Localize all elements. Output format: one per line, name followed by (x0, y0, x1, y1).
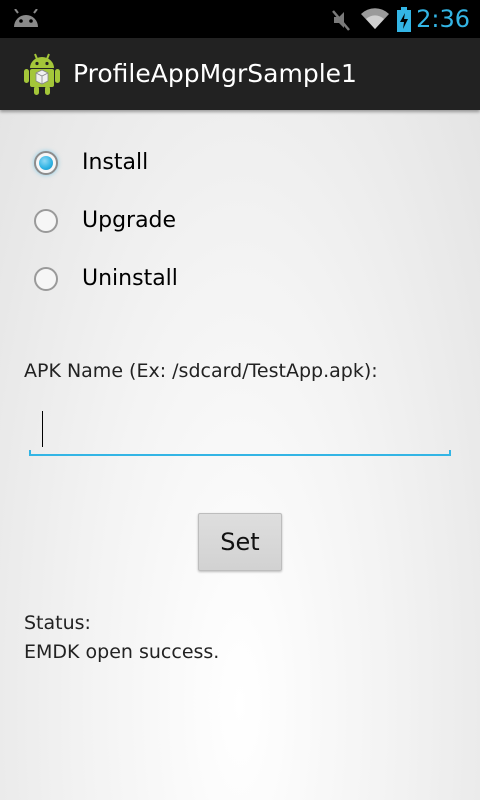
android-notification-icon (12, 8, 40, 33)
app-title: ProfileAppMgrSample1 (73, 59, 357, 88)
radio-uninstall[interactable]: Uninstall (34, 259, 334, 303)
action-bar: ProfileAppMgrSample1 (0, 38, 480, 110)
set-button[interactable]: Set (198, 513, 282, 571)
mute-icon (330, 8, 352, 36)
android-app-icon[interactable] (22, 52, 62, 100)
wifi-icon (360, 7, 390, 35)
apk-name-field[interactable] (29, 400, 451, 456)
apk-name-label: APK Name (Ex: /sdcard/TestApp.apk): (24, 360, 378, 382)
clock: 2:36 (416, 5, 470, 33)
radio-upgrade[interactable]: Upgrade (34, 201, 334, 245)
radio-button-checked[interactable] (34, 151, 58, 175)
status-message: EMDK open success. (24, 641, 220, 663)
field-underline (29, 454, 451, 456)
field-underline-tick (29, 450, 31, 456)
status-label: Status: (24, 612, 91, 634)
radio-label-install: Install (82, 150, 149, 175)
radio-label-upgrade: Upgrade (82, 208, 177, 233)
text-cursor (42, 411, 43, 447)
field-underline-tick (449, 450, 451, 456)
radio-button[interactable] (34, 209, 58, 233)
battery-charging-icon (396, 7, 412, 37)
status-bar: 2:36 (0, 0, 480, 38)
apk-name-input[interactable] (39, 408, 443, 450)
radio-install[interactable]: Install (34, 143, 334, 187)
radio-label-uninstall: Uninstall (82, 266, 178, 291)
radio-button[interactable] (34, 267, 58, 291)
